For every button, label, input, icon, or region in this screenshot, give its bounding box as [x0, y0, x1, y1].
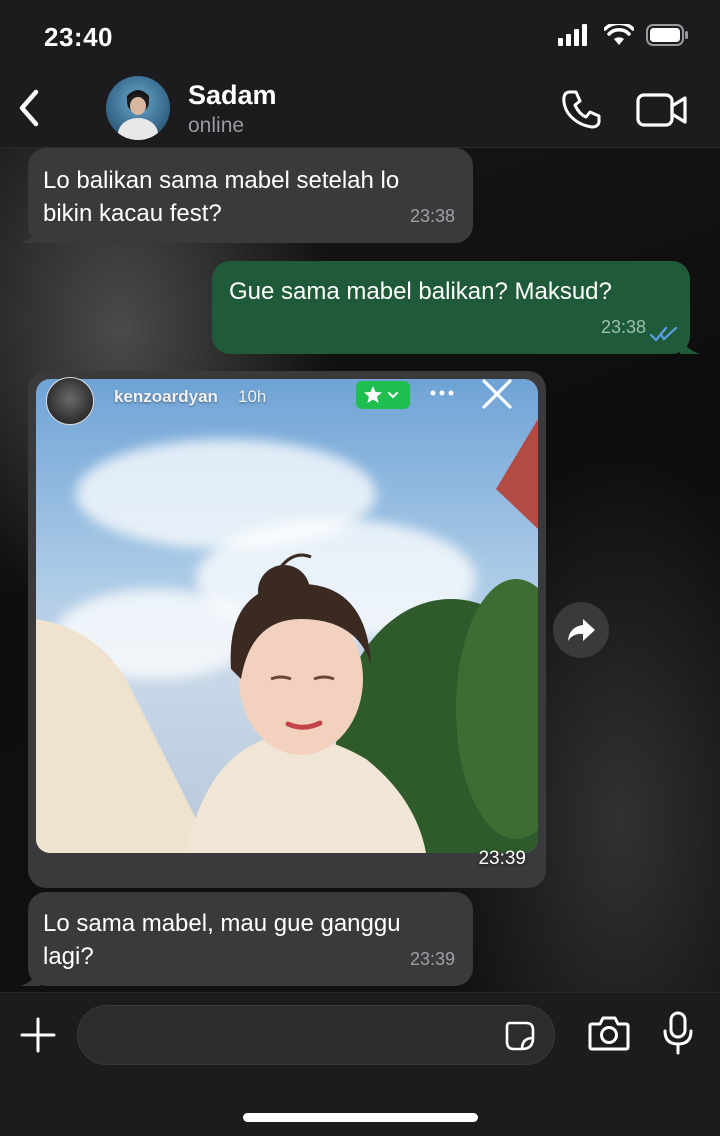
message-bubble-outgoing[interactable]: Gue sama mabel balikan? Maksud? 23:38: [212, 261, 700, 354]
wifi-icon: [604, 24, 634, 45]
camera-icon[interactable]: [588, 1015, 630, 1051]
bubble-tail: [680, 336, 700, 354]
status-time: 23:40: [44, 22, 113, 52]
battery-icon: [646, 24, 688, 46]
contact-name[interactable]: Sadam: [188, 80, 277, 111]
contact-avatar[interactable]: [106, 76, 170, 140]
message-text: Lo balikan sama mabel setelah lo: [43, 167, 400, 194]
message-text: Gue sama mabel balikan? Maksud?: [229, 278, 612, 305]
chat-header: Sadam online: [0, 72, 720, 148]
photo-subject: [36, 419, 538, 853]
microphone-icon[interactable]: [662, 1011, 694, 1055]
message-text: lagi?: [43, 943, 94, 970]
message-time: 23:39: [409, 949, 455, 969]
more-options-icon[interactable]: [428, 379, 456, 407]
message-bubble-incoming[interactable]: Lo balikan sama mabel setelah lo bikin k…: [20, 148, 473, 243]
story-age: 10h: [238, 387, 267, 406]
share-arrow-icon: [568, 619, 595, 641]
star-icon: [364, 386, 398, 403]
message-text: bikin kacau fest?: [43, 200, 222, 227]
story-user-avatar: [46, 377, 94, 425]
forward-button[interactable]: [553, 602, 609, 658]
double-check-icon: [650, 326, 678, 342]
avatar-image: [118, 90, 158, 140]
status-icons: [558, 24, 690, 46]
contact-status: online: [188, 114, 245, 137]
status-bar: 23:40: [0, 0, 720, 72]
video-call-icon[interactable]: [636, 90, 688, 130]
message-time: 23:38: [600, 317, 646, 337]
message-time: 23:39: [478, 848, 526, 869]
back-icon[interactable]: [14, 88, 46, 128]
message-input[interactable]: [77, 1005, 555, 1065]
signal-icon: [558, 24, 587, 46]
bubble-tail: [20, 225, 40, 243]
plus-icon[interactable]: [20, 1017, 56, 1053]
close-icon[interactable]: [480, 377, 514, 411]
message-text: Lo sama mabel, mau gue ganggu: [43, 910, 401, 937]
phone-icon[interactable]: [560, 88, 602, 130]
home-indicator[interactable]: [243, 1113, 478, 1122]
story-media-message[interactable]: kenzoardyan 10h 23:39: [28, 371, 546, 888]
story-header: kenzoardyan 10h: [28, 371, 546, 427]
composer-bar: [0, 992, 720, 1136]
story-photo[interactable]: [36, 379, 538, 853]
close-friends-badge: [356, 381, 410, 409]
sticker-icon[interactable]: [504, 1020, 536, 1052]
story-username: kenzoardyan: [114, 387, 218, 406]
bubble-tail: [20, 968, 40, 986]
message-time: 23:38: [409, 206, 455, 226]
message-bubble-incoming[interactable]: Lo sama mabel, mau gue ganggu lagi? 23:3…: [20, 892, 473, 986]
